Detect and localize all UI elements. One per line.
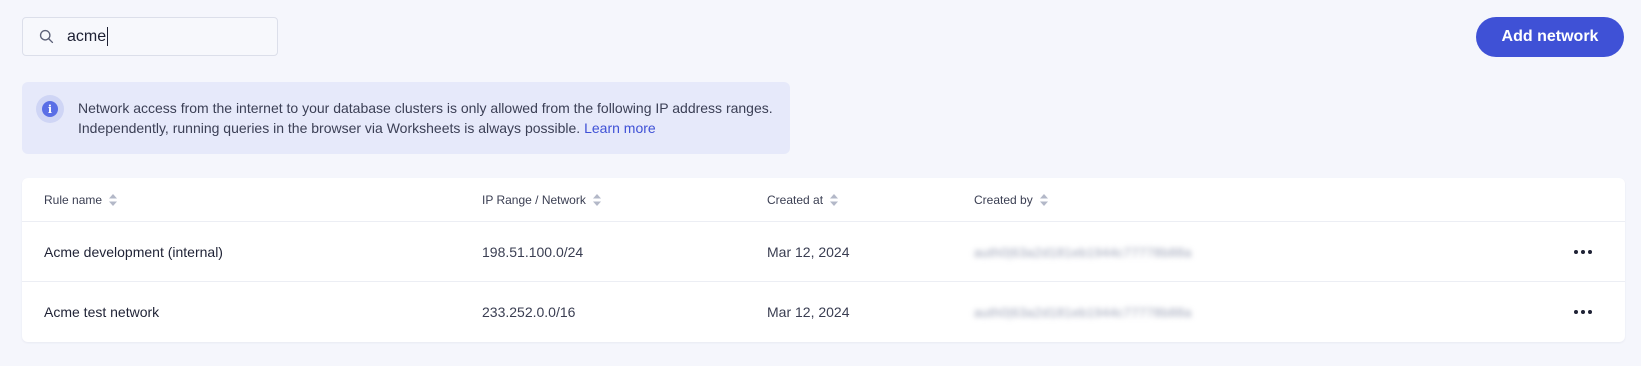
add-network-button[interactable]: Add network: [1476, 17, 1624, 57]
info-banner: i Network access from the internet to yo…: [22, 82, 790, 154]
search-icon: [39, 29, 54, 44]
search-value[interactable]: acme: [67, 27, 109, 46]
more-actions-icon[interactable]: [1571, 302, 1595, 322]
search-input[interactable]: acme: [22, 17, 278, 56]
more-actions-icon[interactable]: [1571, 242, 1595, 262]
column-header-created-by[interactable]: Created by: [974, 178, 1048, 222]
column-header-created-at[interactable]: Created at: [767, 178, 839, 222]
column-label: Created by: [974, 193, 1033, 207]
ip-range-cell: 198.51.100.0/24: [482, 244, 584, 260]
networks-table: Rule name IP Range / Network Created at …: [22, 178, 1625, 342]
column-label: IP Range / Network: [482, 193, 586, 207]
column-header-rule-name[interactable]: Rule name: [44, 178, 118, 222]
learn-more-link[interactable]: Learn more: [584, 120, 656, 136]
rule-name-cell: Acme test network: [44, 304, 160, 320]
sort-icon: [830, 194, 839, 206]
table-row[interactable]: Acme development (internal) 198.51.100.0…: [22, 222, 1625, 282]
created-by-cell: auth0|63a2d181eb1944c77778b88a: [974, 304, 1192, 320]
info-icon: i: [36, 95, 64, 123]
column-label: Created at: [767, 193, 824, 207]
sort-icon: [592, 194, 601, 206]
ip-range-cell: 233.252.0.0/16: [482, 304, 576, 320]
created-at-cell: Mar 12, 2024: [767, 244, 850, 260]
created-at-cell: Mar 12, 2024: [767, 304, 850, 320]
table-row[interactable]: Acme test network 233.252.0.0/16 Mar 12,…: [22, 282, 1625, 342]
banner-message: Network access from the internet to your…: [78, 100, 773, 136]
column-label: Rule name: [44, 193, 103, 207]
table-header: Rule name IP Range / Network Created at …: [22, 178, 1625, 222]
created-by-cell: auth0|63a2d181eb1944c77778b88a: [974, 244, 1192, 260]
networks-page: acme Add network i Network access from t…: [0, 0, 1641, 366]
rule-name-cell: Acme development (internal): [44, 244, 223, 260]
sort-icon: [1039, 194, 1048, 206]
column-header-ip-range[interactable]: IP Range / Network: [482, 178, 601, 222]
banner-text: Network access from the internet to your…: [78, 98, 778, 138]
sort-icon: [109, 194, 118, 206]
